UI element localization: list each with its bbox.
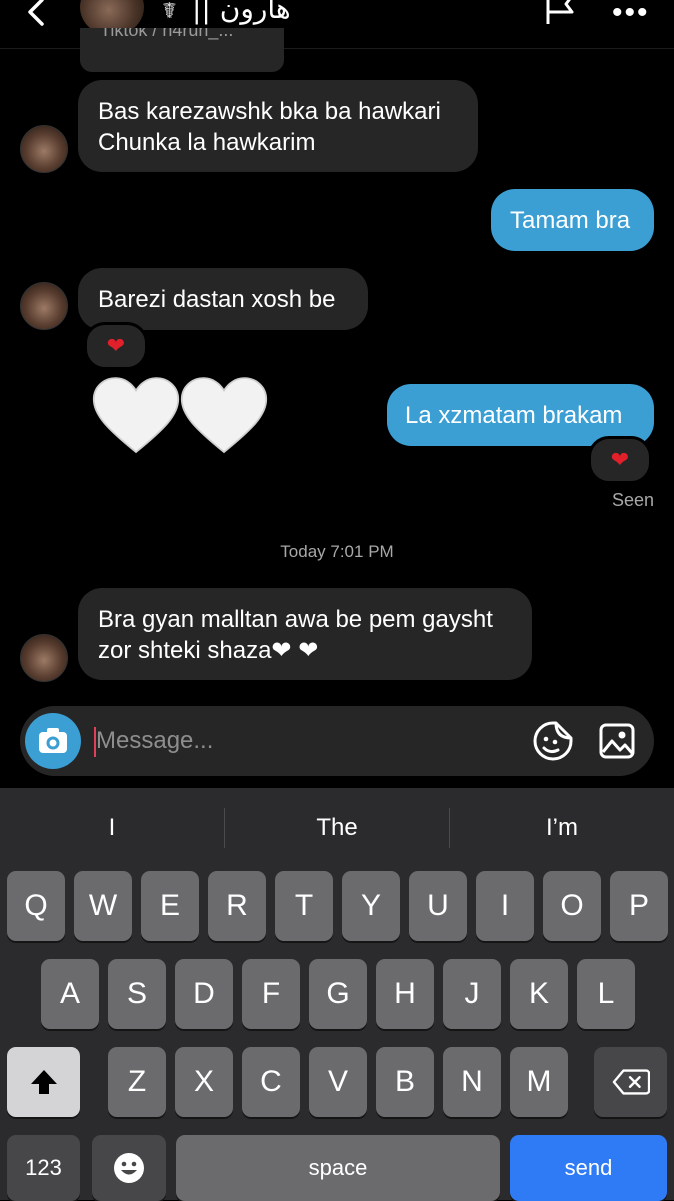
timestamp: Today 7:01 PM [280, 542, 394, 561]
key-a[interactable]: A [41, 959, 99, 1029]
backspace-key[interactable] [594, 1047, 667, 1117]
key-v[interactable]: V [309, 1047, 367, 1117]
key-y[interactable]: Y [342, 871, 400, 941]
key-z[interactable]: Z [108, 1047, 166, 1117]
key-p[interactable]: P [610, 871, 668, 941]
space-key[interactable]: space [176, 1135, 500, 1201]
key-m[interactable]: M [510, 1047, 568, 1117]
shift-icon [30, 1070, 57, 1094]
heart-reaction[interactable]: ❤ [588, 436, 652, 484]
message-input[interactable] [96, 723, 496, 759]
key-s[interactable]: S [108, 959, 166, 1029]
camera-button[interactable] [25, 713, 81, 769]
numbers-key[interactable]: 123 [7, 1135, 80, 1201]
key-t[interactable]: T [275, 871, 333, 941]
key-d[interactable]: D [175, 959, 233, 1029]
white-heart-icon [92, 377, 180, 454]
key-e[interactable]: E [141, 871, 199, 941]
message-incoming[interactable]: Bra gyan malltan awa be pem gaysht zor s… [78, 588, 532, 680]
shift-key[interactable] [7, 1047, 80, 1117]
key-h[interactable]: H [376, 959, 434, 1029]
sender-avatar[interactable] [20, 634, 68, 682]
key-n[interactable]: N [443, 1047, 501, 1117]
camera-icon [39, 728, 67, 753]
backspace-icon [612, 1069, 650, 1095]
key-i[interactable]: I [476, 871, 534, 941]
key-c[interactable]: C [242, 1047, 300, 1117]
key-k[interactable]: K [510, 959, 568, 1029]
sender-avatar[interactable] [20, 125, 68, 173]
white-heart-icon [180, 377, 268, 454]
key-f[interactable]: F [242, 959, 300, 1029]
suggestion[interactable]: I’m [450, 800, 674, 856]
key-q[interactable]: Q [7, 871, 65, 941]
key-w[interactable]: W [74, 871, 132, 941]
contact-name[interactable]: هارون || [192, 0, 291, 25]
sender-avatar[interactable] [20, 282, 68, 330]
seen-label: Seen [611, 490, 654, 510]
flag-icon[interactable] [544, 0, 578, 24]
key-x[interactable]: X [175, 1047, 233, 1117]
message-incoming[interactable]: Bas karezawshk bka ba hawkari Chunka la … [78, 80, 478, 172]
message-incoming[interactable]: Barezi dastan xosh be [78, 268, 368, 330]
message-outgoing[interactable]: Tamam bra [491, 189, 654, 251]
key-l[interactable]: L [577, 959, 635, 1029]
emoji-icon [114, 1153, 144, 1183]
emoji-key[interactable] [92, 1135, 166, 1201]
suggestion[interactable]: I [0, 800, 224, 856]
handle-chip[interactable]: Tiktok / h4run_... [80, 28, 284, 72]
heart-reaction[interactable]: ❤ [84, 322, 148, 370]
send-key[interactable]: send [510, 1135, 667, 1201]
more-icon[interactable]: ••• [612, 0, 650, 30]
suggestion[interactable]: The [225, 800, 449, 856]
gallery-icon[interactable] [598, 722, 636, 760]
key-u[interactable]: U [409, 871, 467, 941]
emoji-message[interactable] [92, 374, 272, 464]
chevron-left-icon[interactable] [22, 0, 52, 30]
key-r[interactable]: R [208, 871, 266, 941]
key-j[interactable]: J [443, 959, 501, 1029]
key-o[interactable]: O [543, 871, 601, 941]
key-b[interactable]: B [376, 1047, 434, 1117]
sticker-icon[interactable] [532, 720, 574, 762]
key-g[interactable]: G [309, 959, 367, 1029]
contact-symbol: ☤ [162, 0, 177, 23]
